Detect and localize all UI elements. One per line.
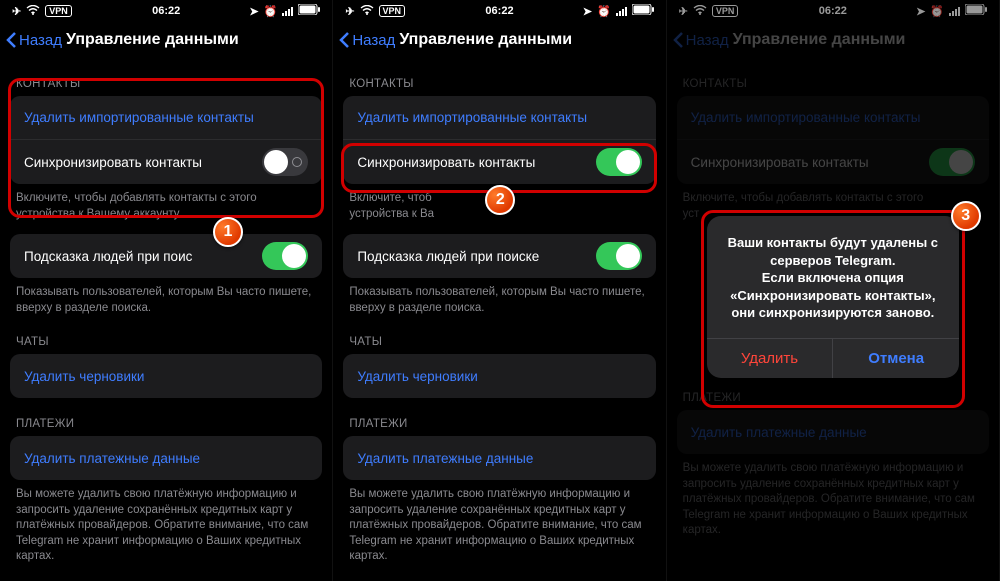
delete-payments[interactable]: Удалить платежные данные (10, 436, 322, 480)
status-bar: ✈ VPN 06:22 ➤ ⏰ (333, 0, 665, 22)
alarm-icon: ⏰ (264, 5, 278, 18)
sync-contacts-toggle[interactable] (596, 148, 642, 176)
screen-3: ✈ VPN 06:22 ➤ ⏰ Назад Управление данными… (667, 0, 1000, 581)
delete-imported-contacts[interactable]: Удалить импортированные контакты (343, 96, 655, 140)
status-bar: ✈ VPN 06:22 ➤ ⏰ (0, 0, 332, 22)
suggest-row[interactable]: Подсказка людей при поиске (343, 234, 655, 278)
signal-icon (282, 7, 293, 16)
alert-dialog: Ваши контакты будут удалены с серверов T… (707, 216, 959, 378)
sync-contacts-toggle[interactable] (262, 148, 308, 176)
contacts-note: Включите, чтобы добавлять контакты с это… (0, 184, 332, 222)
chevron-left-icon (6, 31, 17, 49)
payments-card: Удалить платежные данные (343, 436, 655, 480)
suggest-toggle[interactable] (262, 242, 308, 270)
section-chats: ЧАТЫ (0, 316, 332, 354)
section-chats: ЧАТЫ (333, 316, 665, 354)
vpn-badge: VPN (379, 5, 406, 17)
sync-contacts-row[interactable]: Синхронизировать контакты (10, 140, 322, 184)
signal-icon (616, 7, 627, 16)
chats-card: Удалить черновики (343, 354, 655, 398)
delete-payments[interactable]: Удалить платежные данные (343, 436, 655, 480)
chats-card: Удалить черновики (10, 354, 322, 398)
suggest-note: Показывать пользователей, которым Вы час… (333, 278, 665, 316)
page-title: Управление данными (399, 31, 659, 49)
back-button[interactable]: Назад (339, 31, 395, 49)
back-label: Назад (19, 32, 62, 49)
battery-icon (632, 4, 654, 18)
nav-bar: Назад Управление данными (333, 22, 665, 58)
battery-icon (298, 4, 320, 18)
sync-contacts-label: Синхронизировать контакты (24, 155, 262, 170)
suggest-toggle[interactable] (596, 242, 642, 270)
suggest-card: Подсказка людей при поиске (343, 234, 655, 278)
alert-cancel-button[interactable]: Отмена (833, 339, 959, 378)
back-label: Назад (352, 32, 395, 49)
contacts-card: Удалить импортированные контакты Синхрон… (343, 96, 655, 184)
payments-note: Вы можете удалить свою платёжную информа… (0, 480, 332, 565)
suggest-note: Показывать пользователей, которым Вы час… (0, 278, 332, 316)
suggest-label: Подсказка людей при поиске (357, 249, 595, 264)
sync-contacts-row[interactable]: Синхронизировать контакты (343, 140, 655, 184)
section-contacts: КОНТАКТЫ (333, 58, 665, 96)
contacts-card: Удалить импортированные контакты Синхрон… (10, 96, 322, 184)
airplane-icon: ✈ (345, 5, 354, 18)
page-title: Управление данными (66, 31, 326, 49)
delete-drafts[interactable]: Удалить черновики (343, 354, 655, 398)
location-icon: ➤ (583, 5, 592, 18)
back-button[interactable]: Назад (6, 31, 62, 49)
alarm-icon: ⏰ (597, 5, 611, 18)
airplane-icon: ✈ (12, 5, 21, 18)
section-payments: ПЛАТЕЖИ (333, 398, 665, 436)
wifi-icon (360, 5, 374, 18)
suggest-row[interactable]: Подсказка людей при поис (10, 234, 322, 278)
suggest-label: Подсказка людей при поис (24, 249, 262, 264)
section-payments: ПЛАТЕЖИ (0, 398, 332, 436)
contacts-note: Включите, чтоб устройства к Ва (333, 184, 665, 222)
delete-drafts[interactable]: Удалить черновики (10, 354, 322, 398)
chevron-left-icon (339, 31, 350, 49)
suggest-card: Подсказка людей при поис (10, 234, 322, 278)
nav-bar: Назад Управление данными (0, 22, 332, 58)
payments-card: Удалить платежные данные (10, 436, 322, 480)
location-icon: ➤ (249, 5, 258, 18)
screen-1: ✈ VPN 06:22 ➤ ⏰ Назад Управление данными… (0, 0, 333, 581)
section-contacts: КОНТАКТЫ (0, 58, 332, 96)
screen-2: ✈ VPN 06:22 ➤ ⏰ Назад Управление данными… (333, 0, 666, 581)
alert-delete-button[interactable]: Удалить (707, 339, 834, 378)
payments-note: Вы можете удалить свою платёжную информа… (333, 480, 665, 565)
wifi-icon (26, 5, 40, 18)
content: КОНТАКТЫ Удалить импортированные контакт… (0, 58, 332, 581)
alert-message: Ваши контакты будут удалены с серверов T… (707, 216, 959, 338)
content: КОНТАКТЫ Удалить импортированные контакт… (333, 58, 665, 581)
sync-contacts-label: Синхронизировать контакты (357, 155, 595, 170)
delete-imported-contacts[interactable]: Удалить импортированные контакты (10, 96, 322, 140)
vpn-badge: VPN (45, 5, 72, 17)
